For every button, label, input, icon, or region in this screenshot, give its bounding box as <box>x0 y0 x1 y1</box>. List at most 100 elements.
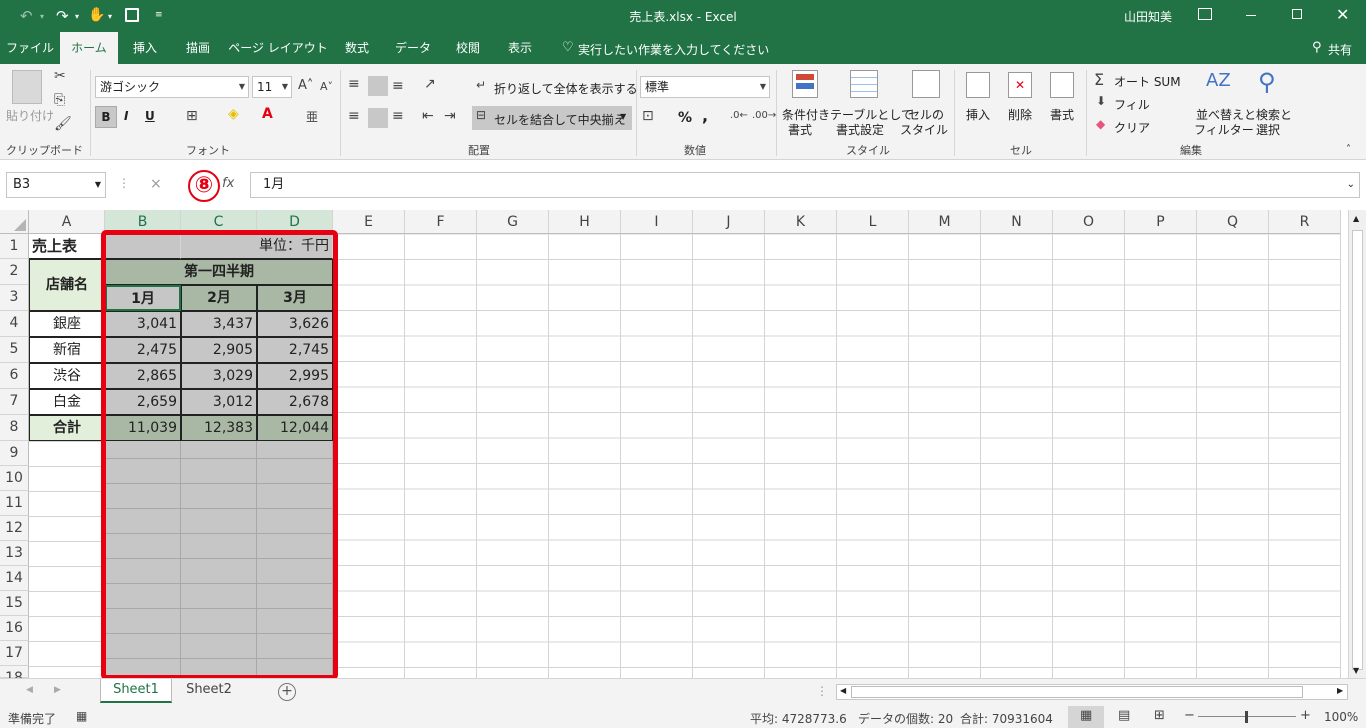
format-as-table-icon[interactable] <box>850 70 878 98</box>
zoom-out-icon[interactable]: − <box>1184 708 1195 723</box>
tab-home[interactable]: ホーム <box>60 32 118 64</box>
row-header[interactable]: 12 <box>0 516 29 541</box>
name-box[interactable]: B3 ▼ <box>6 172 106 198</box>
insert-cells-icon[interactable] <box>966 72 990 98</box>
cell-styles-label-2[interactable]: スタイル <box>900 121 948 138</box>
undo-icon[interactable]: ↶ <box>20 7 33 25</box>
tab-data[interactable]: データ <box>384 32 442 64</box>
column-header[interactable]: E <box>333 210 405 234</box>
row-header[interactable]: 15 <box>0 591 29 616</box>
select-all-button[interactable] <box>0 210 29 234</box>
align-left-icon[interactable]: ≡ <box>348 108 360 124</box>
row-header[interactable]: 16 <box>0 616 29 641</box>
row-header[interactable]: 9 <box>0 441 29 466</box>
font-name-combo[interactable]: 游ゴシック ▼ <box>95 76 249 98</box>
align-bottom-icon[interactable]: ≡ <box>392 78 404 94</box>
row-header[interactable]: 14 <box>0 566 29 591</box>
conditional-formatting-label-2[interactable]: 書式 <box>788 121 812 138</box>
column-header[interactable]: O <box>1053 210 1125 234</box>
expand-formula-icon[interactable]: ⌄ <box>1347 173 1355 197</box>
touch-mode-icon[interactable]: ✋ <box>88 7 105 23</box>
find-select-label-2[interactable]: 選択 <box>1256 121 1280 138</box>
format-painter-icon[interactable]: 🖌 <box>54 116 72 132</box>
align-middle-icon[interactable] <box>368 76 388 96</box>
italic-button[interactable]: I <box>124 109 128 123</box>
tab-page-layout[interactable]: ページ レイアウト <box>226 32 330 64</box>
column-header[interactable]: J <box>693 210 765 234</box>
close-icon[interactable]: ✕ <box>1336 5 1349 24</box>
merge-center-button[interactable]: セルを結合して中央揃え <box>494 111 626 128</box>
column-header[interactable]: H <box>549 210 621 234</box>
row-header[interactable]: 17 <box>0 641 29 666</box>
macro-record-icon[interactable]: ▦ <box>76 709 87 723</box>
scroll-up-icon[interactable]: ▲ <box>1353 214 1359 223</box>
undo-dropdown-icon[interactable]: ▾ <box>40 12 44 21</box>
column-header[interactable]: P <box>1125 210 1197 234</box>
cell-a8-total[interactable]: 合計 <box>29 415 105 441</box>
row-header[interactable]: 1 <box>0 234 29 259</box>
align-center-icon[interactable] <box>368 108 388 128</box>
normal-view-icon[interactable]: ▦ <box>1080 708 1092 723</box>
sheet-tab-sheet1[interactable]: Sheet1 <box>100 679 172 703</box>
vertical-scrollbar[interactable]: ▲ ▼ <box>1348 210 1366 678</box>
horizontal-scroll-thumb[interactable] <box>851 686 1303 698</box>
bold-button[interactable]: B <box>95 106 117 128</box>
cell-a5[interactable]: 新宿 <box>29 337 105 363</box>
horizontal-scrollbar[interactable]: ◀ ▶ <box>836 684 1348 700</box>
column-header[interactable]: N <box>981 210 1053 234</box>
scroll-down-icon[interactable]: ▼ <box>1353 666 1359 675</box>
row-header[interactable]: 6 <box>0 363 29 389</box>
vertical-scroll-thumb[interactable] <box>1352 230 1363 670</box>
paste-button[interactable]: 貼り付け <box>6 107 54 124</box>
percent-button[interactable]: % <box>678 110 692 126</box>
accounting-icon[interactable]: ⊡ <box>642 108 654 124</box>
touch-dropdown-icon[interactable]: ▾ <box>108 12 112 21</box>
column-a-empty-cells[interactable] <box>29 441 105 678</box>
tab-review[interactable]: 校閲 <box>444 32 492 64</box>
sort-filter-label-2[interactable]: フィルター <box>1194 121 1254 138</box>
font-color-icon[interactable]: A <box>262 106 273 122</box>
clear-icon[interactable]: ◆ <box>1096 117 1105 131</box>
empty-cells-area[interactable] <box>333 234 1341 678</box>
split-handle-icon[interactable]: ⋮ <box>816 684 828 698</box>
format-cells-icon[interactable] <box>1050 72 1074 98</box>
formula-input[interactable]: 1月 ⌄ <box>250 172 1360 198</box>
orientation-icon[interactable]: ↗ <box>424 76 436 92</box>
collapse-ribbon-icon[interactable]: ˄ <box>1346 144 1351 155</box>
chevron-down-icon[interactable]: ▼ <box>620 112 626 121</box>
align-top-icon[interactable]: ≡ <box>348 76 360 92</box>
row-header[interactable]: 13 <box>0 541 29 566</box>
next-sheet-icon[interactable]: ▶ <box>54 685 61 695</box>
cancel-icon[interactable]: × <box>150 176 162 192</box>
cell-a4[interactable]: 銀座 <box>29 311 105 337</box>
row-header[interactable]: 7 <box>0 389 29 415</box>
column-header[interactable]: M <box>909 210 981 234</box>
borders-icon[interactable]: ⊞ <box>186 108 198 124</box>
tab-insert[interactable]: 挿入 <box>120 32 170 64</box>
tab-draw[interactable]: 描画 <box>172 32 224 64</box>
decrease-decimal-icon[interactable]: .00→ <box>752 110 776 121</box>
increase-decimal-icon[interactable]: .0← <box>730 110 748 121</box>
customize-qat-icon[interactable]: ≡ <box>155 10 163 20</box>
page-break-view-icon[interactable]: ⊞ <box>1154 708 1165 723</box>
row-header[interactable]: 10 <box>0 466 29 491</box>
format-cells-button[interactable]: 書式 <box>1050 106 1074 123</box>
clear-button[interactable]: クリア <box>1114 119 1150 136</box>
font-size-combo[interactable]: 11 ▼ <box>252 76 292 98</box>
find-select-icon[interactable]: ⚲ <box>1258 68 1276 96</box>
align-right-icon[interactable]: ≡ <box>392 108 404 124</box>
zoom-slider-thumb[interactable] <box>1245 711 1248 723</box>
phonetic-icon[interactable]: 亜 <box>306 108 318 125</box>
user-name[interactable]: 山田知美 <box>1124 8 1172 25</box>
row-header[interactable]: 5 <box>0 337 29 363</box>
redo-icon[interactable]: ↷ <box>56 7 69 25</box>
delete-cells-button[interactable]: 削除 <box>1008 106 1032 123</box>
redo-dropdown-icon[interactable]: ▾ <box>75 12 79 21</box>
scroll-left-icon[interactable]: ◀ <box>840 686 846 695</box>
column-header[interactable]: I <box>621 210 693 234</box>
format-as-table-label-2[interactable]: 書式設定 <box>836 121 884 138</box>
page-layout-view-icon[interactable]: ▤ <box>1118 708 1130 723</box>
restore-icon[interactable] <box>1292 9 1302 19</box>
number-format-combo[interactable]: 標準 ▼ <box>640 76 770 98</box>
column-header[interactable]: A <box>29 210 105 234</box>
